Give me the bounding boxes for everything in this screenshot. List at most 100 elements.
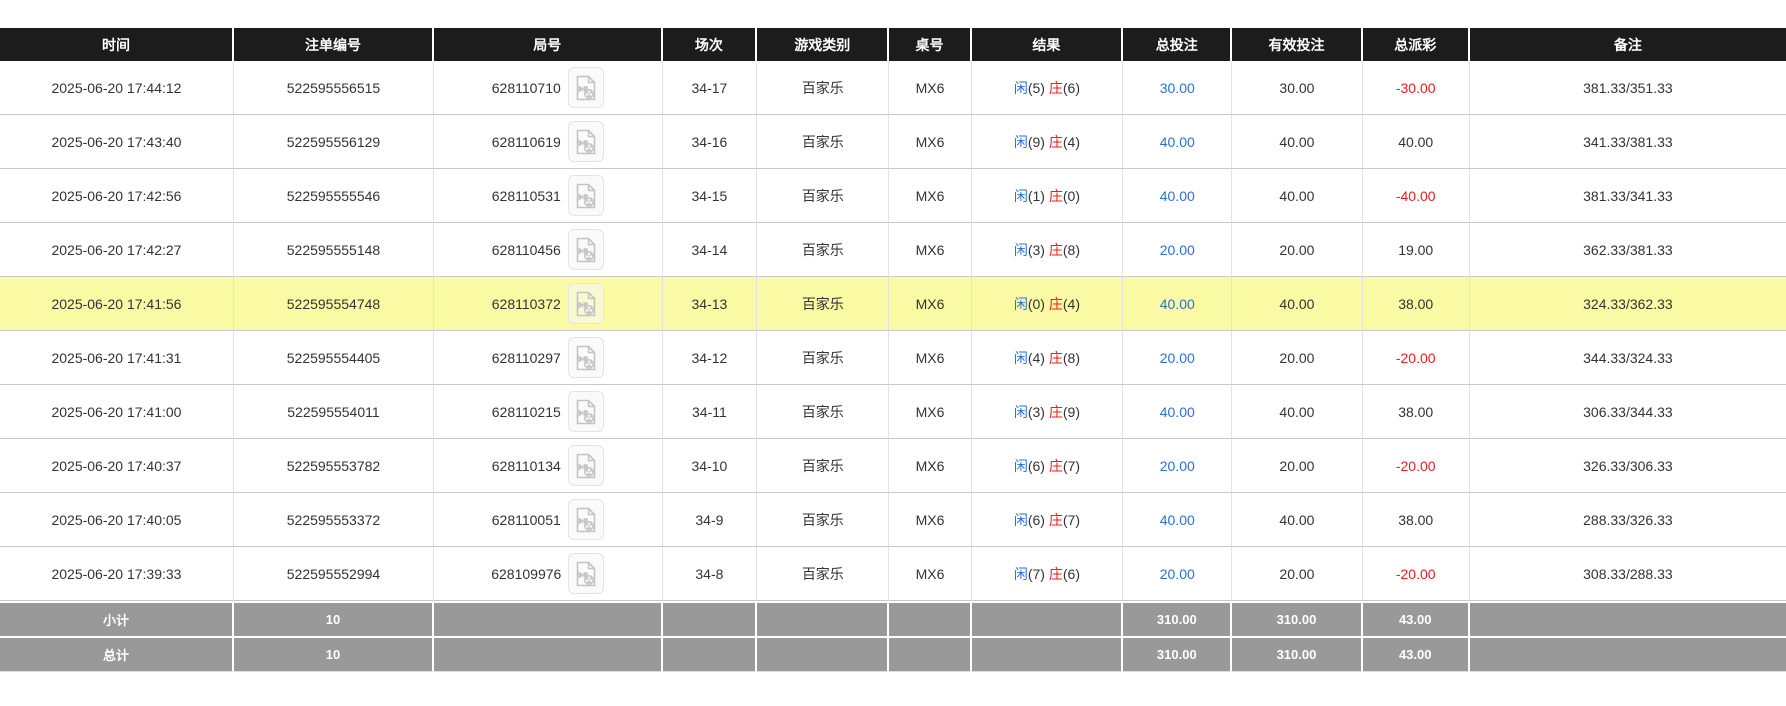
cell-result: 闲(3) 庄(9) bbox=[971, 385, 1124, 439]
cell-result: 闲(9) 庄(4) bbox=[971, 115, 1124, 169]
video-replay-button[interactable] bbox=[567, 391, 604, 432]
cell-remark: 381.33/351.33 bbox=[1469, 61, 1786, 115]
cell-time: 2025-06-20 17:40:05 bbox=[0, 493, 234, 547]
cell-game-type: 百家乐 bbox=[757, 385, 890, 439]
summary-empty-session bbox=[662, 636, 758, 672]
summary-total-bet: 310.00 bbox=[1123, 601, 1233, 636]
cell-time: 2025-06-20 17:41:31 bbox=[0, 331, 234, 385]
cell-session: 34-10 bbox=[662, 439, 758, 493]
summary-empty-round bbox=[433, 636, 663, 672]
cell-remark: 306.33/344.33 bbox=[1469, 385, 1786, 439]
cell-session: 34-15 bbox=[662, 169, 758, 223]
cell-result: 闲(7) 庄(6) bbox=[971, 547, 1124, 601]
cell-payout: -20.00 bbox=[1362, 547, 1470, 601]
cell-table-no: MX6 bbox=[889, 439, 972, 493]
table-header-row: 时间 注单编号 局号 场次 游戏类别 桌号 结果 总投注 有效投注 总派彩 备注 bbox=[0, 28, 1786, 61]
bet-records-table: 时间 注单编号 局号 场次 游戏类别 桌号 结果 总投注 有效投注 总派彩 备注 2025-06-2… bbox=[0, 28, 1786, 672]
cell-bet-id: 522595554748 bbox=[233, 277, 434, 331]
summary-empty-remark bbox=[1469, 636, 1786, 672]
cell-valid-bet: 20.00 bbox=[1232, 223, 1363, 277]
cell-bet-id: 522595556129 bbox=[233, 115, 434, 169]
video-replay-button[interactable] bbox=[567, 283, 604, 324]
cell-table-no: MX6 bbox=[889, 547, 972, 601]
result-banker-label: 庄 bbox=[1048, 457, 1063, 474]
table-row: 2025-06-20 17:42:56 522595555546 628110531… bbox=[0, 169, 1786, 223]
cell-payout: 38.00 bbox=[1362, 493, 1470, 547]
cell-bet-id: 522595555148 bbox=[233, 223, 434, 277]
column-header-game: 游戏类别 bbox=[757, 28, 890, 61]
video-replay-icon bbox=[575, 399, 597, 425]
result-player-label: 闲 bbox=[1013, 349, 1028, 366]
summary-label: 总计 bbox=[0, 636, 234, 672]
round-id-group: 628110051 bbox=[438, 499, 658, 540]
video-replay-icon bbox=[575, 183, 597, 209]
result-banker-score: (8) bbox=[1062, 241, 1080, 258]
cell-total-bet: 40.00 bbox=[1123, 169, 1233, 223]
result-player-label: 闲 bbox=[1013, 511, 1028, 528]
cell-time: 2025-06-20 17:42:56 bbox=[0, 169, 234, 223]
cell-round: 628110297 bbox=[433, 331, 663, 385]
round-id-group: 628110531 bbox=[438, 175, 658, 216]
summary-total-bet: 310.00 bbox=[1123, 636, 1233, 672]
cell-remark: 362.33/381.33 bbox=[1469, 223, 1786, 277]
video-replay-button[interactable] bbox=[567, 121, 604, 162]
video-replay-icon bbox=[575, 291, 597, 317]
video-replay-button[interactable] bbox=[567, 175, 604, 216]
cell-round: 628110215 bbox=[433, 385, 663, 439]
video-replay-icon bbox=[575, 345, 597, 371]
cell-session: 34-8 bbox=[662, 547, 758, 601]
result-player-score: (9) bbox=[1027, 133, 1045, 150]
result-player-score: (0) bbox=[1027, 295, 1045, 312]
cell-valid-bet: 20.00 bbox=[1232, 331, 1363, 385]
cell-payout: -20.00 bbox=[1362, 439, 1470, 493]
video-replay-button[interactable] bbox=[567, 229, 604, 270]
column-header-session: 场次 bbox=[662, 28, 758, 61]
cell-session: 34-17 bbox=[662, 61, 758, 115]
round-id-group: 628110134 bbox=[438, 445, 658, 486]
table-row: 2025-06-20 17:43:40 522595556129 628110619… bbox=[0, 115, 1786, 169]
cell-remark: 341.33/381.33 bbox=[1469, 115, 1786, 169]
column-header-valid_bet: 有效投注 bbox=[1232, 28, 1363, 61]
table-row: 2025-06-20 17:40:37 522595553782 628110134… bbox=[0, 439, 1786, 493]
cell-result: 闲(0) 庄(4) bbox=[971, 277, 1124, 331]
cell-payout: 40.00 bbox=[1362, 115, 1470, 169]
result-banker-score: (4) bbox=[1062, 295, 1080, 312]
cell-round: 628110134 bbox=[433, 439, 663, 493]
cell-total-bet: 20.00 bbox=[1123, 223, 1233, 277]
round-id: 628110372 bbox=[491, 295, 561, 312]
result-banker-score: (9) bbox=[1062, 403, 1080, 420]
column-header-total_bet: 总投注 bbox=[1123, 28, 1233, 61]
cell-round: 628110051 bbox=[433, 493, 663, 547]
round-id: 628109976 bbox=[491, 565, 562, 582]
cell-bet-id: 522595553782 bbox=[233, 439, 434, 493]
cell-table-no: MX6 bbox=[889, 493, 972, 547]
cell-table-no: MX6 bbox=[889, 169, 972, 223]
cell-round: 628110531 bbox=[433, 169, 663, 223]
video-replay-button[interactable] bbox=[567, 499, 604, 540]
video-replay-button[interactable] bbox=[567, 337, 604, 378]
round-id-group: 628110372 bbox=[438, 283, 658, 324]
round-id-group: 628109976 bbox=[438, 553, 658, 594]
cell-bet-id: 522595554405 bbox=[233, 331, 434, 385]
video-replay-button[interactable] bbox=[567, 445, 604, 486]
round-id: 628110531 bbox=[491, 187, 561, 204]
table-row: 2025-06-20 17:44:12 522595556515 628110710… bbox=[0, 61, 1786, 115]
cell-time: 2025-06-20 17:41:00 bbox=[0, 385, 234, 439]
result-player-label: 闲 bbox=[1013, 79, 1028, 96]
video-replay-icon bbox=[575, 561, 597, 587]
column-header-time: 时间 bbox=[0, 28, 234, 61]
cell-game-type: 百家乐 bbox=[757, 223, 890, 277]
cell-round: 628110710 bbox=[433, 61, 663, 115]
summary-empty-round bbox=[433, 601, 663, 636]
cell-total-bet: 40.00 bbox=[1123, 277, 1233, 331]
cell-result: 闲(4) 庄(8) bbox=[971, 331, 1124, 385]
video-replay-icon bbox=[575, 75, 597, 101]
video-replay-button[interactable] bbox=[567, 67, 604, 108]
cell-time: 2025-06-20 17:42:27 bbox=[0, 223, 234, 277]
summary-empty-remark bbox=[1469, 601, 1786, 636]
summary-empty-table bbox=[889, 601, 972, 636]
result-banker-score: (6) bbox=[1062, 79, 1080, 96]
video-replay-button[interactable] bbox=[568, 553, 605, 594]
cell-valid-bet: 40.00 bbox=[1232, 277, 1363, 331]
round-id-group: 628110456 bbox=[438, 229, 658, 270]
